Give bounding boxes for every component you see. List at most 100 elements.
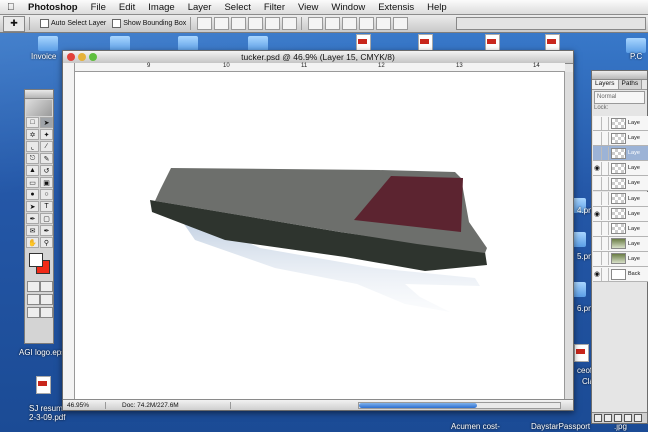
align-top-icon[interactable] (197, 17, 213, 30)
quick-mask-mode-icon[interactable] (40, 281, 53, 292)
layer-link-icon[interactable] (601, 192, 609, 205)
visibility-eye-icon[interactable]: ◉ (593, 164, 601, 172)
adobe-feather-icon[interactable] (26, 100, 52, 116)
screen-mode-standard-icon[interactable] (27, 294, 40, 305)
layer-link-icon[interactable] (601, 161, 609, 175)
lasso-tool-icon[interactable]: ✡ (26, 129, 39, 140)
desktop-icon-label[interactable]: SJ resum (29, 404, 63, 413)
trash-icon[interactable] (634, 414, 642, 422)
shape-tool-icon[interactable]: ▢ (40, 213, 53, 224)
blur-tool-icon[interactable]: ● (26, 189, 39, 200)
folder-icon[interactable] (248, 36, 268, 51)
dodge-tool-icon[interactable]: ○ (40, 189, 53, 200)
layer-row[interactable]: ◉ Laye (593, 206, 648, 222)
type-tool-icon[interactable]: T (40, 201, 53, 212)
crop-tool-icon[interactable]: ⌞ (26, 141, 39, 152)
layer-link-icon[interactable] (601, 237, 609, 251)
healing-brush-tool-icon[interactable]: ⎋ (26, 153, 39, 164)
layer-row[interactable]: Laye (593, 116, 648, 131)
layer-link-icon[interactable] (601, 222, 609, 236)
pdf-file-icon[interactable] (574, 344, 589, 362)
align-vcenter-icon[interactable] (214, 17, 230, 30)
layer-row[interactable]: Laye (593, 191, 648, 207)
layer-row[interactable]: Laye (593, 221, 648, 237)
png-file-icon[interactable] (572, 232, 586, 247)
doc-size-info[interactable]: Doc: 74.2M/227.6M (106, 401, 231, 409)
layer-row[interactable]: Laye (593, 131, 648, 147)
blend-mode-select[interactable]: Normal (594, 91, 645, 104)
layer-row[interactable]: Laye (593, 236, 648, 252)
distribute-bottom-icon[interactable] (342, 17, 358, 30)
standard-mode-icon[interactable] (27, 281, 40, 292)
pdf-file-icon[interactable] (36, 376, 51, 394)
layer-link-icon[interactable] (601, 131, 609, 145)
magic-wand-tool-icon[interactable]: ✦ (40, 129, 53, 140)
layer-link-icon[interactable] (601, 176, 609, 190)
layer-set-icon[interactable] (614, 414, 622, 422)
horizontal-scroll-thumb[interactable] (359, 403, 477, 408)
horizontal-ruler[interactable]: 9 10 11 12 13 14 (75, 63, 565, 72)
tab-layers[interactable]: Layers (592, 80, 619, 89)
image-canvas[interactable] (75, 72, 565, 400)
clone-stamp-tool-icon[interactable]: ▲ (26, 165, 39, 176)
distribute-right-icon[interactable] (393, 17, 409, 30)
new-layer-icon[interactable] (624, 414, 632, 422)
layer-link-icon[interactable] (601, 146, 609, 160)
folder-icon[interactable] (38, 36, 58, 51)
layer-mask-icon[interactable] (604, 414, 612, 422)
path-selection-tool-icon[interactable]: ➤ (26, 201, 39, 212)
layer-row[interactable]: Laye (593, 146, 648, 162)
menu-file[interactable]: File (91, 2, 106, 13)
marquee-tool-icon[interactable]: □ (26, 117, 39, 128)
menu-filter[interactable]: Filter (264, 2, 285, 13)
brush-tool-icon[interactable]: ✎ (40, 153, 53, 164)
align-right-icon[interactable] (282, 17, 298, 30)
visibility-eye-icon[interactable]: ◉ (593, 270, 601, 278)
distribute-left-icon[interactable] (359, 17, 375, 30)
pen-tool-icon[interactable]: ✒ (26, 213, 39, 224)
horizontal-scrollbar[interactable] (358, 402, 561, 409)
layer-row[interactable]: ◉ Back (593, 267, 648, 282)
menu-image[interactable]: Image (148, 2, 174, 13)
menu-extensis[interactable]: Extensis (378, 2, 414, 13)
eraser-tool-icon[interactable]: ▭ (26, 177, 39, 188)
png-file-icon[interactable] (572, 282, 586, 297)
folder-icon[interactable] (178, 36, 198, 51)
layer-link-icon[interactable] (601, 116, 609, 130)
layer-row[interactable]: Laye (593, 176, 648, 192)
screen-mode-full-icon[interactable] (27, 307, 40, 318)
bounding-box-checkbox[interactable] (112, 19, 122, 28)
layers-palette-titlebar[interactable] (592, 71, 647, 80)
folder-icon[interactable] (626, 38, 646, 53)
desktop-icon-label[interactable]: 2-3-09.pdf (29, 413, 65, 422)
move-tool-icon[interactable]: ➤ (40, 117, 53, 128)
zoom-window-icon[interactable] (89, 53, 97, 61)
distribute-vcenter-icon[interactable] (325, 17, 341, 30)
layer-link-icon[interactable] (601, 207, 609, 221)
desktop-icon-label[interactable]: AGI logo.eps (19, 348, 65, 357)
desktop-icon-label[interactable]: ceof (577, 366, 592, 375)
menu-app-name[interactable]: Photoshop (28, 2, 78, 13)
layer-row[interactable]: Laye (593, 251, 648, 267)
align-left-icon[interactable] (248, 17, 264, 30)
vertical-ruler[interactable] (63, 63, 75, 400)
align-hcenter-icon[interactable] (265, 17, 281, 30)
layer-link-icon[interactable] (601, 252, 609, 266)
tools-palette-titlebar[interactable] (25, 90, 53, 99)
layer-link-icon[interactable] (601, 267, 609, 281)
align-bottom-icon[interactable] (231, 17, 247, 30)
distribute-top-icon[interactable] (308, 17, 324, 30)
screen-mode-menubar-icon[interactable] (40, 294, 53, 305)
minimize-window-icon[interactable] (78, 53, 86, 61)
menu-window[interactable]: Window (331, 2, 365, 13)
desktop-icon-label[interactable]: P.C (630, 52, 642, 61)
desktop-icon-label[interactable]: Acumen cost- (451, 422, 500, 431)
zoom-level[interactable]: 46.95% (63, 401, 106, 409)
palette-well[interactable] (456, 17, 646, 30)
close-window-icon[interactable] (67, 53, 75, 61)
distribute-hcenter-icon[interactable] (376, 17, 392, 30)
slice-tool-icon[interactable]: ∕ (40, 141, 53, 152)
hand-tool-icon[interactable]: ✋ (26, 237, 39, 248)
eyedropper-tool-icon[interactable]: ✒ (40, 225, 53, 236)
apple-menu-icon[interactable]:  (7, 2, 21, 13)
